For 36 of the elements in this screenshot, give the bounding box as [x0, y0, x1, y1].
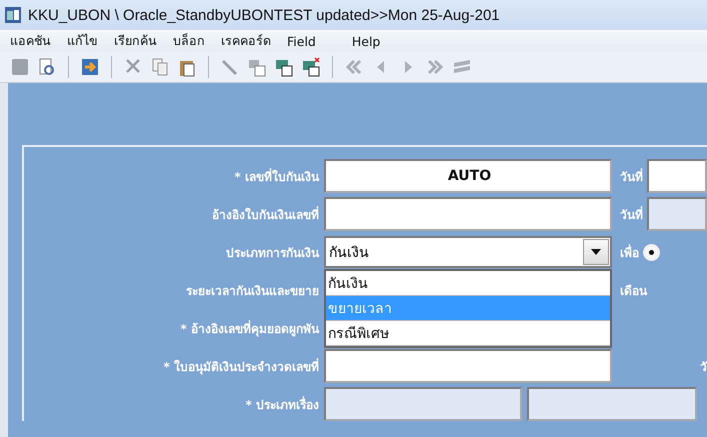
double-left-icon[interactable] [344, 57, 364, 77]
field-label: วั [700, 358, 707, 376]
menu-item[interactable]: บล็อก [167, 31, 213, 51]
field-label: ระยะเวลากันเงินและขยาย [185, 282, 320, 300]
menu-item[interactable]: แอคชัน [4, 31, 59, 51]
query-icon[interactable] [247, 57, 267, 77]
double-right-icon[interactable] [425, 57, 445, 77]
menu-item[interactable]: แก้ไข [61, 31, 106, 51]
dropdown-button[interactable] [583, 239, 609, 265]
field-label: ประเภทการกันเงิน [225, 244, 320, 262]
caret-icon [591, 249, 601, 255]
field-label: วันที่ [620, 205, 643, 224]
radio-button[interactable] [643, 244, 660, 260]
field-label: เดือน [620, 282, 647, 300]
date-field[interactable] [647, 159, 707, 193]
copy-icon[interactable] [150, 57, 170, 77]
input-field[interactable]: AUTO [324, 159, 612, 193]
menu-item[interactable]: เรคคอร์ด [215, 31, 279, 51]
menu-item[interactable]: Field [281, 34, 344, 48]
app-icon [4, 6, 22, 24]
field-label: อ้างอิงใบกันเงินเลขที่ [211, 205, 320, 224]
window-title: KKU_UBON \ Oracle_StandbyUBONTEST updated>>Mon 25-Aug-201 [28, 6, 500, 24]
query-cancel-icon[interactable] [301, 57, 321, 77]
field-label: * อ้างอิงเลขที่คุมยอดผูกพัน [180, 319, 320, 338]
query-run-icon[interactable] [274, 57, 294, 77]
field-label: * ประเภทเรื่อง [244, 395, 320, 414]
field-label: เพื่อ [620, 243, 639, 262]
dropdown-field[interactable]: กันเงิน [324, 236, 612, 268]
field-label: * เลขที่ใบกันเงิน [234, 167, 320, 186]
magnifier-page-icon[interactable] [37, 57, 57, 77]
input-field[interactable] [324, 349, 612, 383]
menu-item[interactable]: เรียกค้น [108, 31, 165, 51]
field-label: * ใบอนุมัติเงินประจำงวดเลขที่ [162, 357, 320, 376]
field-label: วันที่ [620, 167, 643, 186]
input-field[interactable] [324, 197, 612, 231]
menu-item[interactable]: Help [346, 34, 388, 48]
